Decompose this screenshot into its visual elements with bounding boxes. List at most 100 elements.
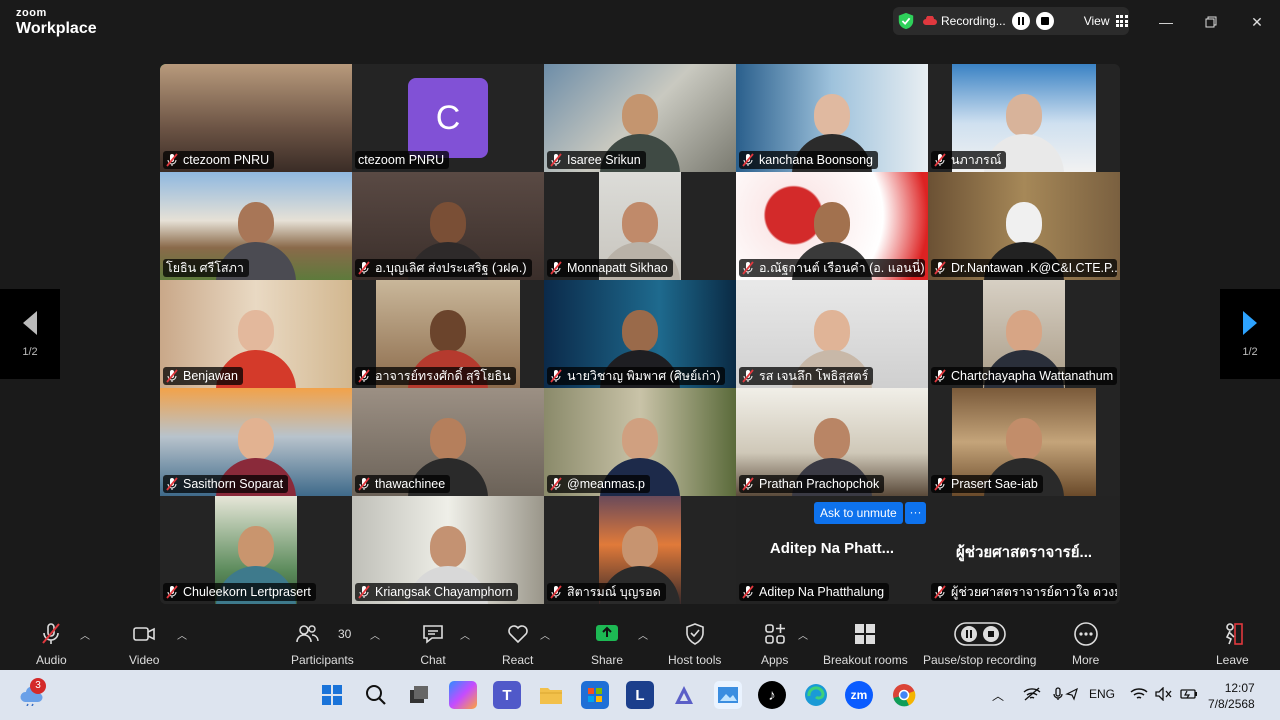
task-view-icon[interactable] <box>405 681 433 709</box>
video-tile[interactable]: รส เจนลึก โพธิสุสตร์ <box>736 280 928 388</box>
apps-label: Apps <box>761 653 789 667</box>
share-options-caret[interactable]: ︿ <box>638 627 648 642</box>
video-tile[interactable]: อ.ณัฐกานต์ เรือนคำ (อ. แอนนี่) <box>736 172 928 280</box>
shield-icon[interactable] <box>897 12 915 30</box>
video-tile[interactable]: นภาภรณ์ <box>928 64 1120 172</box>
more-button[interactable]: More <box>1072 621 1099 667</box>
edge-icon[interactable] <box>802 681 830 709</box>
video-tile[interactable]: @meanmas.p <box>544 388 736 496</box>
pause-recording-button[interactable] <box>1011 12 1030 30</box>
brand-line1: zoom <box>16 7 47 19</box>
video-options-caret[interactable]: ︿ <box>177 627 187 642</box>
prev-page-button[interactable]: 1/2 <box>0 289 60 379</box>
video-tile[interactable]: อาจารย์ทรงศักดิ์ สุริโยธิน <box>352 280 544 388</box>
participant-name: Monnapatt Sikhao <box>567 261 668 275</box>
system-clock[interactable]: 12:07 7/8/2568 <box>1208 680 1255 712</box>
language-indicator[interactable]: ENG <box>1089 687 1115 701</box>
windows-taskbar: 3 T L ♪ zm ︿ ENG 12:07 7/8/2568 <box>0 670 1280 720</box>
wifi-icon[interactable] <box>1130 687 1148 704</box>
video-tile[interactable]: Prasert Sae-iab <box>928 388 1120 496</box>
file-explorer-icon[interactable] <box>537 681 565 709</box>
search-icon[interactable] <box>362 681 390 709</box>
mic-in-use-icon[interactable] <box>1053 687 1079 704</box>
video-tile[interactable]: โยธิน ศรีโสภา <box>160 172 352 280</box>
stop-recording-button[interactable] <box>1035 12 1054 30</box>
notification-badge: 3 <box>30 678 46 694</box>
react-options-caret[interactable]: ︿ <box>540 627 550 642</box>
restore-icon[interactable] <box>1199 10 1223 34</box>
meeting-stage: 1/2 1/2 ctezoom PNRU C ctezoom PNRU Isar… <box>0 44 1280 617</box>
participant-name-tag: thawachinee <box>355 475 451 493</box>
host-tools-button[interactable]: Host tools <box>668 621 721 667</box>
mic-muted-icon <box>550 261 562 275</box>
video-tile[interactable]: kanchana Boonsong <box>736 64 928 172</box>
affinity-icon[interactable] <box>670 681 698 709</box>
participant-name: อาจารย์ทรงศักดิ์ สุริโยธิน <box>375 369 511 383</box>
more-icon <box>1073 622 1098 646</box>
video-tile[interactable]: thawachinee <box>352 388 544 496</box>
mic-muted-icon <box>934 369 946 383</box>
video-tile[interactable]: ctezoom PNRU <box>160 64 352 172</box>
breakout-rooms-button[interactable]: Breakout rooms <box>823 621 908 667</box>
participant-name-tag: Prasert Sae-iab <box>931 475 1043 493</box>
apps-options-caret[interactable]: ︿ <box>798 627 808 642</box>
next-page-button[interactable]: 1/2 <box>1220 289 1280 379</box>
participants-options-caret[interactable]: ︿ <box>370 627 380 642</box>
chat-button[interactable]: Chat <box>420 621 446 667</box>
participant-name-tag: Chuleekorn Lertprasert <box>163 583 316 601</box>
copilot-icon[interactable] <box>449 681 477 709</box>
mic-muted-icon <box>358 369 370 383</box>
apps-button[interactable]: Apps <box>761 621 788 667</box>
network-off-icon[interactable] <box>1023 687 1041 704</box>
react-button[interactable]: React <box>502 621 533 667</box>
video-tile[interactable]: Prathan Prachopchok <box>736 388 928 496</box>
video-tile[interactable]: สิตารมณ์ บุญรอด <box>544 496 736 604</box>
video-tile[interactable]: นายวิชาญ พิมพาศ (ศิษย์เก่า) <box>544 280 736 388</box>
video-tile[interactable]: Benjawan <box>160 280 352 388</box>
participant-name: kanchana Boonsong <box>759 153 873 167</box>
tiktok-icon[interactable]: ♪ <box>758 681 786 709</box>
video-tile[interactable]: ผู้ช่วยศาสตราจารย์... ผู้ช่วยศาสตราจารย์… <box>928 496 1120 604</box>
share-button[interactable]: Share <box>591 621 623 667</box>
speaker-muted-icon[interactable] <box>1155 686 1173 704</box>
close-icon[interactable]: ✕ <box>1245 10 1269 34</box>
video-tile[interactable]: Chartchayapha Wattanathum <box>928 280 1120 388</box>
participant-name: ผู้ช่วยศาสตราจารย์ดาวใจ ดวงมณี <box>951 585 1117 599</box>
video-tile[interactable]: Monnapatt Sikhao <box>544 172 736 280</box>
leave-button[interactable]: Leave <box>1216 621 1249 667</box>
participants-label: Participants <box>291 653 354 667</box>
leave-icon <box>1226 623 1244 645</box>
show-hidden-icons-chevron[interactable]: ︿ <box>992 687 1004 704</box>
zoom-icon[interactable]: zm <box>845 681 873 709</box>
video-tile[interactable]: Kriangsak Chayamphorn <box>352 496 544 604</box>
teams-icon[interactable]: T <box>493 681 521 709</box>
view-button[interactable]: View <box>1084 14 1110 28</box>
video-tile[interactable]: C ctezoom PNRU <box>352 64 544 172</box>
chat-options-caret[interactable]: ︿ <box>460 627 470 642</box>
mic-muted-icon <box>934 477 946 491</box>
participant-name-tag: รส เจนลึก โพธิสุสตร์ <box>739 367 874 385</box>
windows-start-icon[interactable] <box>318 681 346 709</box>
audio-button[interactable]: Audio <box>36 621 67 667</box>
avatar: C <box>408 78 488 158</box>
video-button[interactable]: Video <box>129 621 159 667</box>
video-tile[interactable]: Sasithorn Soparat <box>160 388 352 496</box>
video-tile[interactable]: อ.บุญเลิศ ส่งประเสริฐ (วฝค.) <box>352 172 544 280</box>
pause-stop-recording-button[interactable]: Pause/stop recording <box>923 621 1036 667</box>
participant-display-name: Aditep Na Phatt... <box>769 540 895 557</box>
chrome-icon[interactable] <box>890 681 918 709</box>
minimize-icon[interactable]: — <box>1154 10 1178 34</box>
video-tile[interactable]: Dr.Nantawan .K@C&I.CTE.P... <box>928 172 1120 280</box>
photos-icon[interactable] <box>714 681 742 709</box>
audio-options-caret[interactable]: ︿ <box>80 627 90 642</box>
store-icon[interactable] <box>581 681 609 709</box>
battery-icon[interactable] <box>1180 687 1198 704</box>
ask-to-unmute-button[interactable]: Ask to unmute <box>814 502 903 524</box>
tile-more-options-button[interactable]: ··· <box>905 502 926 524</box>
video-tile[interactable]: Isaree Srikun <box>544 64 736 172</box>
app-l-icon[interactable]: L <box>626 681 654 709</box>
participant-name: Kriangsak Chayamphorn <box>375 585 513 599</box>
video-tile[interactable]: Chuleekorn Lertprasert <box>160 496 352 604</box>
participant-name: Prathan Prachopchok <box>759 477 880 491</box>
grid-view-icon[interactable] <box>1115 15 1128 27</box>
